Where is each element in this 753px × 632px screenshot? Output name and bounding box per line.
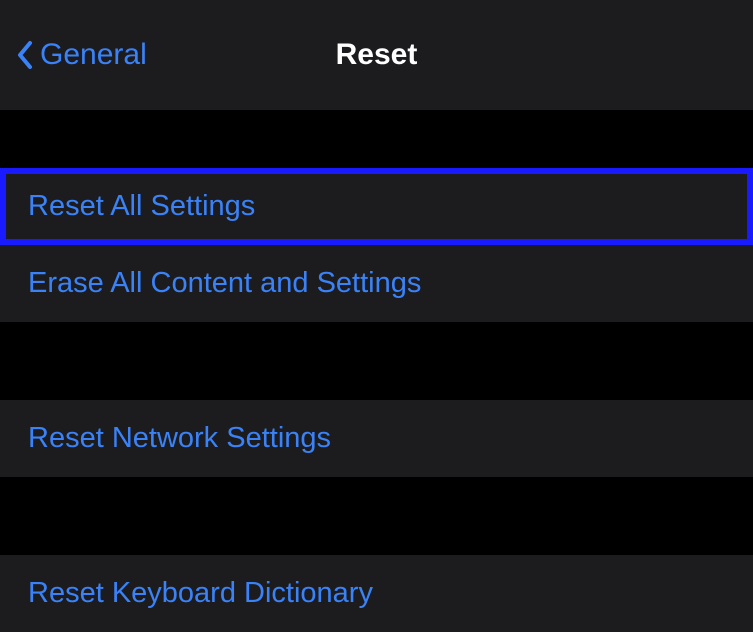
list-group-1: Reset All Settings Erase All Content and… — [0, 168, 753, 322]
chevron-left-icon — [16, 40, 34, 70]
reset-network-settings-item[interactable]: Reset Network Settings — [0, 400, 753, 477]
reset-all-settings-item[interactable]: Reset All Settings — [0, 168, 753, 245]
list-group-2: Reset Network Settings — [0, 400, 753, 477]
back-button-label: General — [40, 38, 147, 72]
list-item-label: Reset Keyboard Dictionary — [28, 577, 373, 609]
section-spacer — [0, 322, 753, 400]
reset-keyboard-dictionary-item[interactable]: Reset Keyboard Dictionary — [0, 555, 753, 632]
list-group-3: Reset Keyboard Dictionary — [0, 555, 753, 632]
back-button[interactable]: General — [16, 38, 147, 72]
list-item-label: Reset All Settings — [28, 190, 255, 222]
section-spacer — [0, 477, 753, 555]
list-item-label: Erase All Content and Settings — [28, 267, 421, 299]
navigation-bar: General Reset — [0, 0, 753, 110]
section-spacer — [0, 110, 753, 168]
page-title: Reset — [336, 38, 418, 72]
erase-all-content-item[interactable]: Erase All Content and Settings — [0, 245, 753, 322]
list-item-label: Reset Network Settings — [28, 422, 331, 454]
